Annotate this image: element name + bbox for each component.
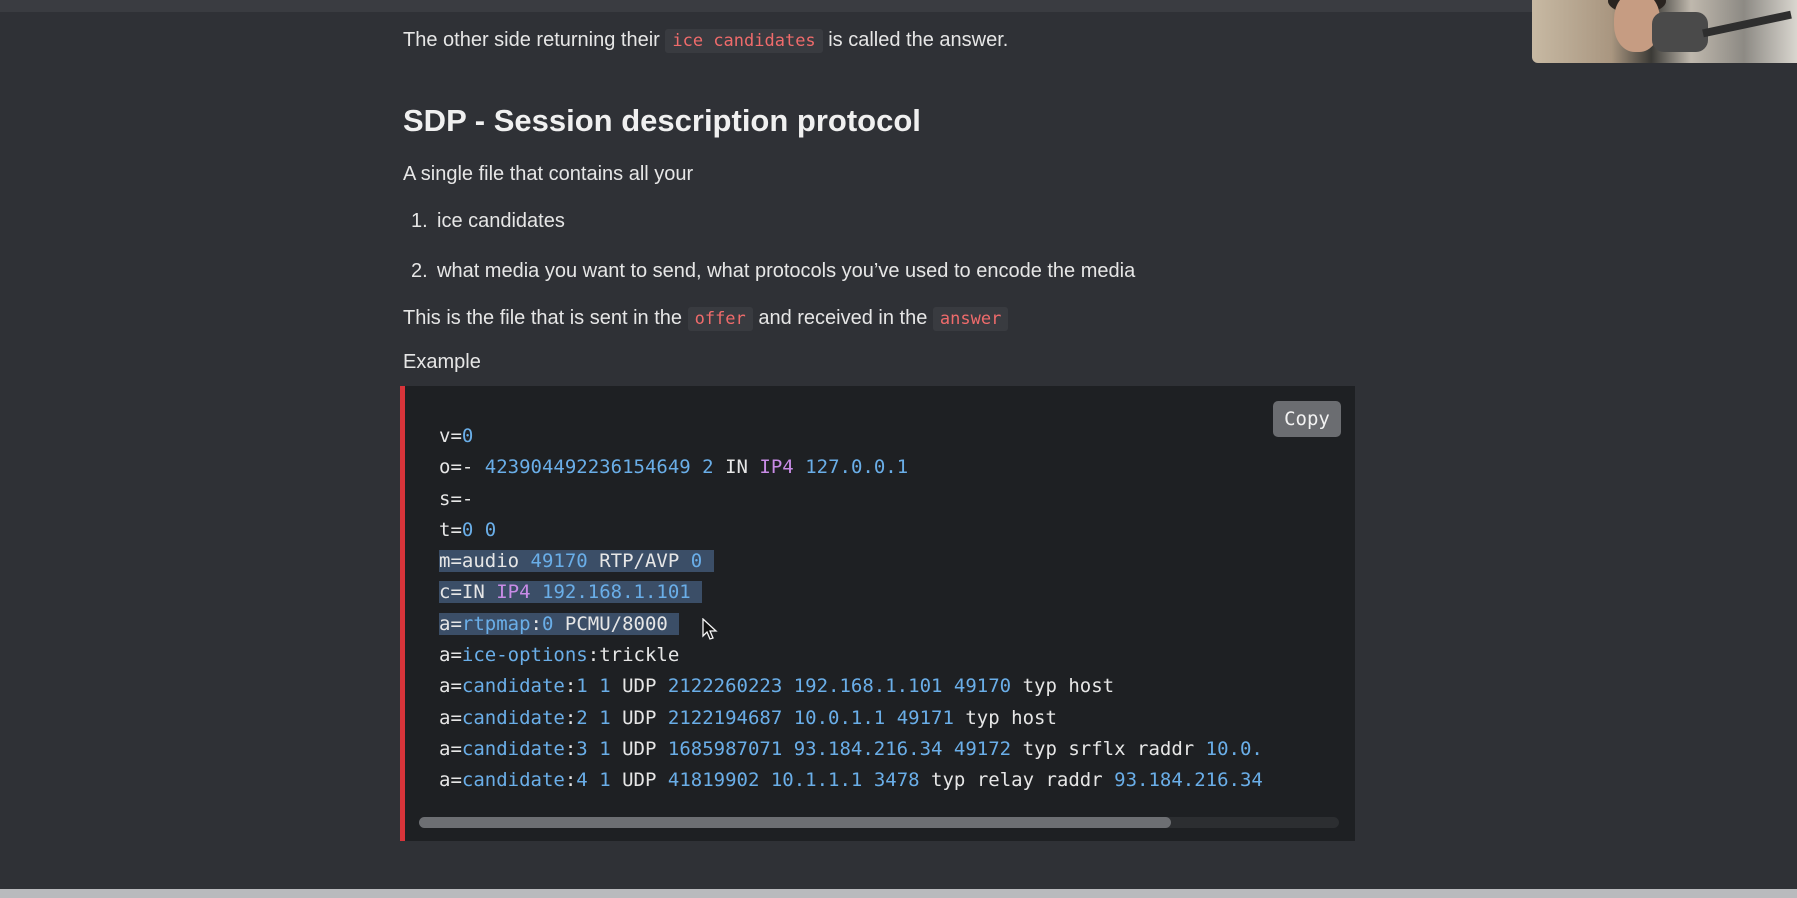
description-text: A single file that contains all your (403, 163, 694, 185)
code-line: a=candidate:3 1 UDP 1685987071 93.184.21… (439, 737, 1263, 760)
code-line: c=IN IP4 192.168.1.101 (439, 577, 1349, 608)
bottom-bar (0, 889, 1797, 898)
code-line: t=0 0 (439, 518, 497, 541)
inline-code-answer: answer (932, 307, 1009, 331)
example-label: Example (403, 351, 481, 373)
mouse-pointer-icon (702, 618, 718, 640)
list-item: 1. ice candidates (411, 207, 565, 235)
code-line: a=rtpmap:0 PCMU/8000 (439, 609, 1349, 640)
list-number: 1. (411, 210, 428, 232)
list-item: 2. what media you want to send, what prot… (411, 257, 1135, 285)
horizontal-scrollbar[interactable] (419, 817, 1339, 828)
webcam-mic-stand (1702, 10, 1792, 38)
webcam-microphone (1652, 12, 1708, 52)
offer-text-middle: and received in the (758, 307, 928, 329)
inline-code-offer: offer (687, 307, 753, 331)
code-line: a=candidate:2 1 UDP 2122194687 10.0.1.1 … (439, 706, 1057, 729)
code-line: o=- 423904492236154649 2 IN IP4 127.0.0.… (439, 456, 909, 479)
intro-text-after: is called the answer. (828, 29, 1009, 51)
code-line: m=audio 49170 RTP/AVP 0 (439, 546, 1349, 577)
inline-code-ice-candidates: ice candidates (665, 29, 823, 53)
intro-text-before: The other side returning their (403, 29, 660, 51)
top-bar (0, 0, 1797, 12)
list-number: 2. (411, 260, 428, 282)
offer-answer-paragraph: This is the file that is sent in the off… (403, 304, 1009, 333)
intro-paragraph: The other side returning their ice candi… (403, 26, 1008, 55)
scrollbar-thumb[interactable] (419, 817, 1171, 828)
section-heading: SDP - Session description protocol (403, 103, 921, 138)
code-line: v=0 (439, 425, 474, 447)
code-block[interactable]: Copy v=0 o=- 423904492236154649 2 IN IP4 … (400, 386, 1355, 841)
list-item-text: ice candidates (437, 210, 565, 232)
offer-text-before: This is the file that is sent in the (403, 307, 683, 329)
code-line: a=candidate:1 1 UDP 2122260223 192.168.1… (439, 675, 1115, 698)
code-line: a=candidate:4 1 UDP 41819902 10.1.1.1 34… (439, 769, 1263, 792)
webcam-overlay (1532, 0, 1797, 63)
code-line: a=ice-options:trickle (439, 644, 680, 667)
code-lines[interactable]: v=0 o=- 423904492236154649 2 IN IP4 127.0… (439, 421, 1349, 797)
code-line: s=- (439, 487, 474, 510)
list-item-text: what media you want to send, what protoc… (437, 260, 1136, 282)
